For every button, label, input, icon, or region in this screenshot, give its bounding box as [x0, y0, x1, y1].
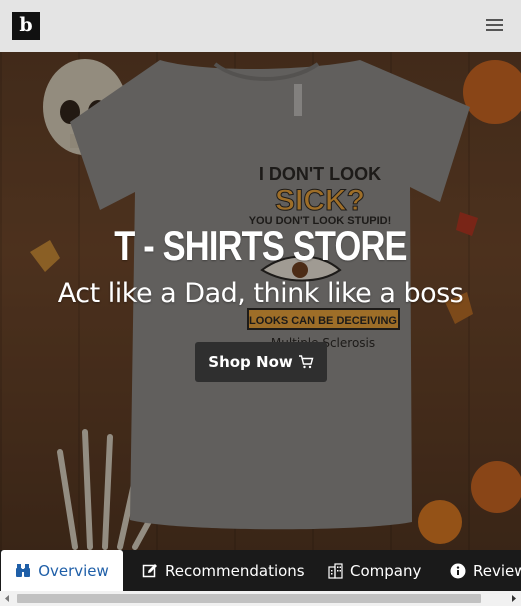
- tab-company-label: Company: [350, 561, 422, 580]
- horizontal-scrollbar[interactable]: [0, 591, 521, 606]
- scrollbar-thumb[interactable]: [17, 594, 481, 603]
- brand-logo[interactable]: b: [12, 12, 40, 40]
- cart-icon: [298, 355, 314, 369]
- tab-review[interactable]: Review: [450, 550, 521, 591]
- hero-title: T - SHIRTS STORE: [114, 222, 407, 269]
- info-icon: [450, 563, 466, 578]
- tab-recommendations[interactable]: Recommendations: [142, 550, 305, 591]
- scroll-right-arrow-icon[interactable]: [506, 591, 521, 606]
- hero-banner: I DON'T LOOK SICK? YOU DON'T LOOK STUPID…: [0, 52, 521, 550]
- tab-company[interactable]: Company: [328, 550, 421, 591]
- binoculars-icon: [16, 564, 31, 577]
- edit-icon: [142, 563, 157, 577]
- shop-now-label: Shop Now: [208, 353, 293, 371]
- top-navbar: b: [0, 0, 521, 52]
- hero-subtitle: Act like a Dad, think like a boss: [57, 278, 464, 309]
- scroll-left-arrow-icon[interactable]: [0, 591, 15, 606]
- section-tabs: Overview Recommendations Company Review: [0, 550, 521, 591]
- shop-now-button[interactable]: Shop Now: [195, 342, 327, 382]
- tab-review-label: Review: [473, 561, 521, 580]
- tab-overview-label: Overview: [38, 561, 109, 580]
- tab-recommendations-label: Recommendations: [165, 561, 305, 580]
- hamburger-menu-icon[interactable]: [486, 18, 503, 32]
- tab-overview[interactable]: Overview: [1, 550, 123, 591]
- building-icon: [328, 562, 343, 579]
